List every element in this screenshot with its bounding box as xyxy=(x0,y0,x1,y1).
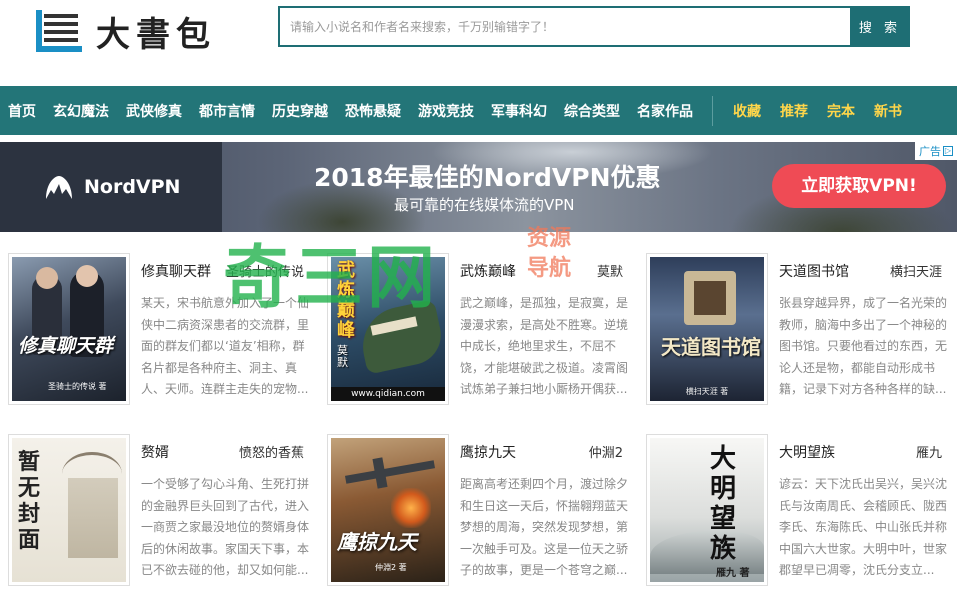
cover-title: 天道图书馆 xyxy=(661,335,761,359)
book-title[interactable]: 鹰掠九天 xyxy=(460,442,516,462)
book-title[interactable]: 修真聊天群 xyxy=(141,261,211,281)
nav-item-gaming[interactable]: 游戏竞技 xyxy=(410,101,483,121)
book-card[interactable]: 武炼巅峰 莫默 www.qidian.com 武炼巅峰 莫默 武之巅峰，是孤独，… xyxy=(319,245,629,407)
book-author[interactable]: 仲淵2 xyxy=(589,442,623,461)
book-description: 某天，宋书航意外加入了一个仙侠中二病资深患者的交流群，里面的群友们都以‘道友’相… xyxy=(141,296,309,396)
book-title[interactable]: 武炼巅峰 xyxy=(460,261,516,281)
ad-headline: 2018年最佳的NordVPN优惠 xyxy=(314,163,661,192)
search-input[interactable] xyxy=(278,6,850,47)
nav-item-horror[interactable]: 恐怖悬疑 xyxy=(337,101,410,121)
main-nav: 首页 玄幻魔法 武侠修真 都市言情 历史穿越 恐怖悬疑 游戏竞技 军事科幻 综合… xyxy=(0,86,957,135)
search-button[interactable]: 搜 索 xyxy=(850,6,910,47)
ad-brand-name: NordVPN xyxy=(84,176,181,198)
nav-divider xyxy=(712,95,713,126)
book-author[interactable]: 愤怒的香蕉 xyxy=(239,442,304,461)
cover-author: 横扫天涯 著 xyxy=(685,387,729,396)
cover-title: 武炼巅峰 xyxy=(337,260,355,341)
logo-mark-icon xyxy=(36,10,82,52)
nav-item-new[interactable]: 新书 xyxy=(864,101,911,121)
book-cover[interactable]: 武炼巅峰 莫默 www.qidian.com xyxy=(327,253,449,405)
book-title[interactable]: 天道图书馆 xyxy=(779,261,849,281)
nav-item-urban[interactable]: 都市言情 xyxy=(191,101,264,121)
cover-title: 大明望族 xyxy=(710,444,737,564)
cover-title: 暂无封面 xyxy=(18,450,43,553)
book-cover[interactable]: 暂无封面 xyxy=(8,434,130,586)
cover-title: 修真聊天群 xyxy=(18,335,114,357)
ad-tag-label: 广告 xyxy=(919,145,941,158)
book-card[interactable]: 天道图书馆 横扫天涯 著 天道图书馆 横扫天涯 张县穿越异界，成了一名光荣的教师… xyxy=(638,245,948,407)
site-logo[interactable]: 大書包 xyxy=(36,8,216,55)
book-title[interactable]: 大明望族 xyxy=(779,442,835,462)
nav-item-home[interactable]: 首页 xyxy=(0,101,45,121)
nordvpn-mountain-icon xyxy=(46,176,72,199)
nav-item-history[interactable]: 历史穿越 xyxy=(264,101,337,121)
cover-author: 圣骑士的传说 著 xyxy=(48,382,107,391)
ad-subline: 最可靠的在线媒体流的VPN xyxy=(394,196,575,214)
book-cover[interactable]: 修真聊天群 圣骑士的传说 著 xyxy=(8,253,130,405)
cover-author: 仲淵2 著 xyxy=(375,563,407,572)
book-cover[interactable]: 天道图书馆 横扫天涯 著 xyxy=(646,253,768,405)
cover-site: www.qidian.com xyxy=(331,387,445,401)
logo-text: 大書包 xyxy=(96,14,216,55)
nav-item-fantasy[interactable]: 玄幻魔法 xyxy=(45,101,118,121)
site-header: 大書包 搜 索 xyxy=(0,0,957,86)
nav-item-wuxia[interactable]: 武侠修真 xyxy=(118,101,191,121)
ad-cta-button[interactable]: 立即获取VPN! xyxy=(772,164,946,208)
book-description: 一个受够了勾心斗角、生死打拼的金融界巨头回到了古代，进入一商贾之家最没地位的赘婿… xyxy=(141,477,309,577)
ad-close-icon[interactable]: ▷ xyxy=(943,146,953,156)
nav-item-general[interactable]: 综合类型 xyxy=(556,101,629,121)
book-card[interactable]: 修真聊天群 圣骑士的传说 著 修真聊天群 圣骑士的传说 某天，宋书航意外加入了一… xyxy=(0,245,310,407)
nav-item-famous[interactable]: 名家作品 xyxy=(629,101,702,121)
book-author[interactable]: 圣骑士的传说 xyxy=(226,261,304,280)
book-title[interactable]: 赘婿 xyxy=(141,442,169,462)
book-description: 张县穿越异界，成了一名光荣的教师，脑海中多出了一个神秘的图书馆。只要他看过的东西… xyxy=(779,296,947,396)
ad-banner[interactable]: NordVPN 2018年最佳的NordVPN优惠 最可靠的在线媒体流的VPN … xyxy=(0,142,957,232)
book-author[interactable]: 横扫天涯 xyxy=(890,261,942,280)
book-card[interactable]: 鹰掠九天 仲淵2 著 鹰掠九天 仲淵2 距离高考还剩四个月，渡过除夕和生日这一天… xyxy=(319,426,629,588)
nav-item-completed[interactable]: 完本 xyxy=(817,101,864,121)
book-card[interactable]: 暂无封面 赘婿 愤怒的香蕉 一个受够了勾心斗角、生死打拼的金融界巨头回到了古代，… xyxy=(0,426,310,588)
ad-brand-logo: NordVPN xyxy=(44,174,180,200)
ad-tag[interactable]: 广告 ▷ xyxy=(915,142,957,160)
nav-item-military[interactable]: 军事科幻 xyxy=(483,101,556,121)
cover-title: 鹰掠九天 xyxy=(337,530,417,554)
cover-author: 莫默 xyxy=(337,344,348,369)
nav-item-recommended[interactable]: 推荐 xyxy=(770,101,817,121)
book-author[interactable]: 莫默 xyxy=(597,261,623,280)
nav-item-favorites[interactable]: 收藏 xyxy=(723,101,770,121)
cover-author: 雁九 著 xyxy=(716,568,750,579)
book-author[interactable]: 雁九 xyxy=(916,442,942,461)
book-cover[interactable]: 鹰掠九天 仲淵2 著 xyxy=(327,434,449,586)
book-card[interactable]: 大明望族 雁九 著 大明望族 雁九 谚云：天下沈氏出吴兴，吴兴沈氏与汝南周氏、会… xyxy=(638,426,948,588)
book-cover[interactable]: 大明望族 雁九 著 xyxy=(646,434,768,586)
book-description: 谚云：天下沈氏出吴兴，吴兴沈氏与汝南周氏、会稽顾氏、陇西李氏、东海陈氏、中山张氏… xyxy=(779,477,947,577)
book-description: 距离高考还剩四个月，渡过除夕和生日这一天后，怀揣翱翔蓝天梦想的周海，突然发现梦想… xyxy=(460,477,628,577)
book-description: 武之巅峰，是孤独，是寂寞，是漫漫求索，是高处不胜寒。逆境中成长，绝地里求生，不屈… xyxy=(460,296,628,396)
